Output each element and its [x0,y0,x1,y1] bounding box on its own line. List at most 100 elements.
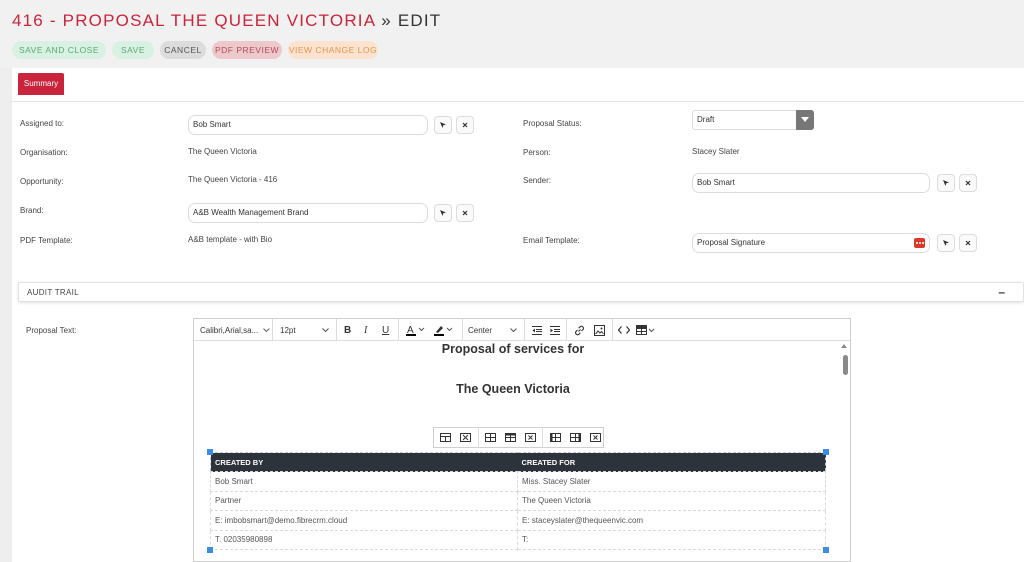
insert-row-before-icon [485,433,497,442]
sender-select-button[interactable] [937,174,955,192]
table-context-toolbar [433,427,604,448]
delete-row-icon [524,433,536,442]
close-icon [462,210,468,216]
table-properties-button[interactable] [438,429,454,447]
outdent-button[interactable] [532,319,542,341]
cancel-button[interactable]: CANCEL [160,41,206,59]
table-cell[interactable]: T. 02035980898 [210,529,518,550]
table-cell[interactable]: T: [517,529,826,550]
organisation-value: The Queen Victoria [188,147,257,156]
font-size-select[interactable]: 12pt [280,319,334,341]
table-row: T. 02035980898 T: [210,529,826,550]
close-icon [462,122,468,128]
proposal-status-value: Draft [697,115,715,124]
brand-select-button[interactable] [434,204,452,222]
resize-handle[interactable] [823,547,829,553]
cursor-arrow-icon [943,180,949,186]
collapse-toggle[interactable]: – [998,285,1005,299]
organisation-label: Organisation: [20,148,68,157]
alignment-select[interactable]: Center [468,319,522,341]
assigned-to-select-button[interactable] [434,116,452,134]
sender-label: Sender: [523,176,552,185]
proposal-status-select[interactable]: Draft [692,110,814,130]
email-template-clear-button[interactable] [959,234,977,252]
table-cell[interactable]: The Queen Victoria [517,490,826,511]
delete-column-button[interactable] [587,429,603,447]
insert-row-before-button[interactable] [483,429,499,447]
highlighter-icon [434,326,453,336]
insert-image-button[interactable] [594,319,606,341]
insert-column-after-button[interactable] [567,429,583,447]
created-by-table[interactable]: CREATED BY CREATED FOR Bob Smart Miss. S… [210,452,826,550]
table-cell[interactable]: Partner [210,490,518,511]
resize-handle[interactable] [823,449,829,455]
email-template-select-button[interactable] [937,234,955,252]
chevron-down-icon [321,327,329,332]
save-and-close-button[interactable]: SAVE AND CLOSE [12,41,106,59]
sender-clear-button[interactable] [959,174,977,192]
delete-table-button[interactable] [458,429,474,447]
insert-link-button[interactable] [574,319,586,341]
italic-button[interactable]: I [364,319,374,341]
assigned-to-input[interactable]: Bob Smart [188,115,428,135]
insert-row-after-button[interactable] [503,429,519,447]
email-template-input[interactable]: Proposal Signature [692,233,930,253]
table-row: Bob Smart Miss. Stacey Slater [210,471,826,492]
editor-toolbar: Calibri,Arial,sa... 12pt B I U A Center [194,319,850,341]
chevron-down-icon [510,327,517,332]
table-row: Partner The Queen Victoria [210,490,826,511]
link-icon [575,325,584,335]
audit-trail-panel[interactable]: AUDIT TRAIL – [18,282,1024,302]
proposal-text-label: Proposal Text: [26,326,77,335]
brand-label: Brand: [20,206,44,215]
delete-row-button[interactable] [523,429,539,447]
pdf-template-value: A&B template - with Bio [188,235,273,244]
scrollbar[interactable] [843,355,848,375]
tab-summary[interactable]: Summary [18,73,64,95]
email-template-value: Proposal Signature [697,238,766,247]
cursor-arrow-icon [943,240,949,246]
cursor-arrow-icon [440,210,446,216]
table-button[interactable] [636,319,658,341]
table-header-row: CREATED BY CREATED FOR [210,452,826,472]
insert-column-before-button[interactable] [547,429,563,447]
view-change-log-button[interactable]: VIEW CHANGE LOG [288,41,378,59]
scroll-up-arrow-icon[interactable] [841,344,847,348]
sender-input[interactable]: Bob Smart [692,173,930,193]
proposal-status-label: Proposal Status: [523,119,582,128]
pdf-preview-button[interactable]: PDF PREVIEW [212,41,282,59]
indent-icon [550,325,560,335]
email-template-label: Email Template: [523,236,580,245]
brand-input[interactable]: A&B Wealth Management Brand [188,203,428,223]
table-header-cell: CREATED BY [210,452,518,472]
indent-button[interactable] [550,319,560,341]
table-cell[interactable]: Bob Smart [210,471,518,492]
delete-table-icon [460,433,472,442]
table-cell[interactable]: E: staceyslater@thequeenvic.com [517,510,826,531]
source-code-button[interactable] [618,319,630,341]
resize-handle[interactable] [207,547,213,553]
table-cell[interactable]: Miss. Stacey Slater [517,471,826,492]
client-heading: The Queen Victoria [456,382,570,396]
brand-clear-button[interactable] [456,204,474,222]
more-options-icon[interactable] [914,238,925,248]
assigned-to-clear-button[interactable] [456,116,474,134]
font-size-value: 12pt [280,325,296,335]
save-button[interactable]: SAVE [112,41,154,59]
text-color-button[interactable]: A [406,319,430,341]
table-cell[interactable]: E: imbobsmart@demo.fibrecrm.cloud [210,510,518,531]
pdf-template-label: PDF Template: [20,236,73,245]
page-header: 416 - PROPOSAL THE QUEEN VICTORIA » EDIT… [0,0,1024,68]
bold-button[interactable]: B [344,319,354,341]
page-title: 416 - PROPOSAL THE QUEEN VICTORIA » EDIT [12,11,441,31]
chevron-down-icon [263,327,270,332]
edit-form: Summary Assigned to: Bob Smart Organisat… [12,68,1024,562]
outdent-icon [532,325,542,335]
rich-text-editor[interactable]: Calibri,Arial,sa... 12pt B I U A Center [193,318,851,562]
underline-button[interactable]: U [382,319,392,341]
highlight-color-button[interactable] [434,319,458,341]
opportunity-value: The Queen Victoria - 416 [188,175,278,184]
font-family-select[interactable]: Calibri,Arial,sa... [200,319,270,341]
editor-content[interactable]: Proposal of services for The Queen Victo… [194,342,850,562]
resize-handle[interactable] [207,449,213,455]
